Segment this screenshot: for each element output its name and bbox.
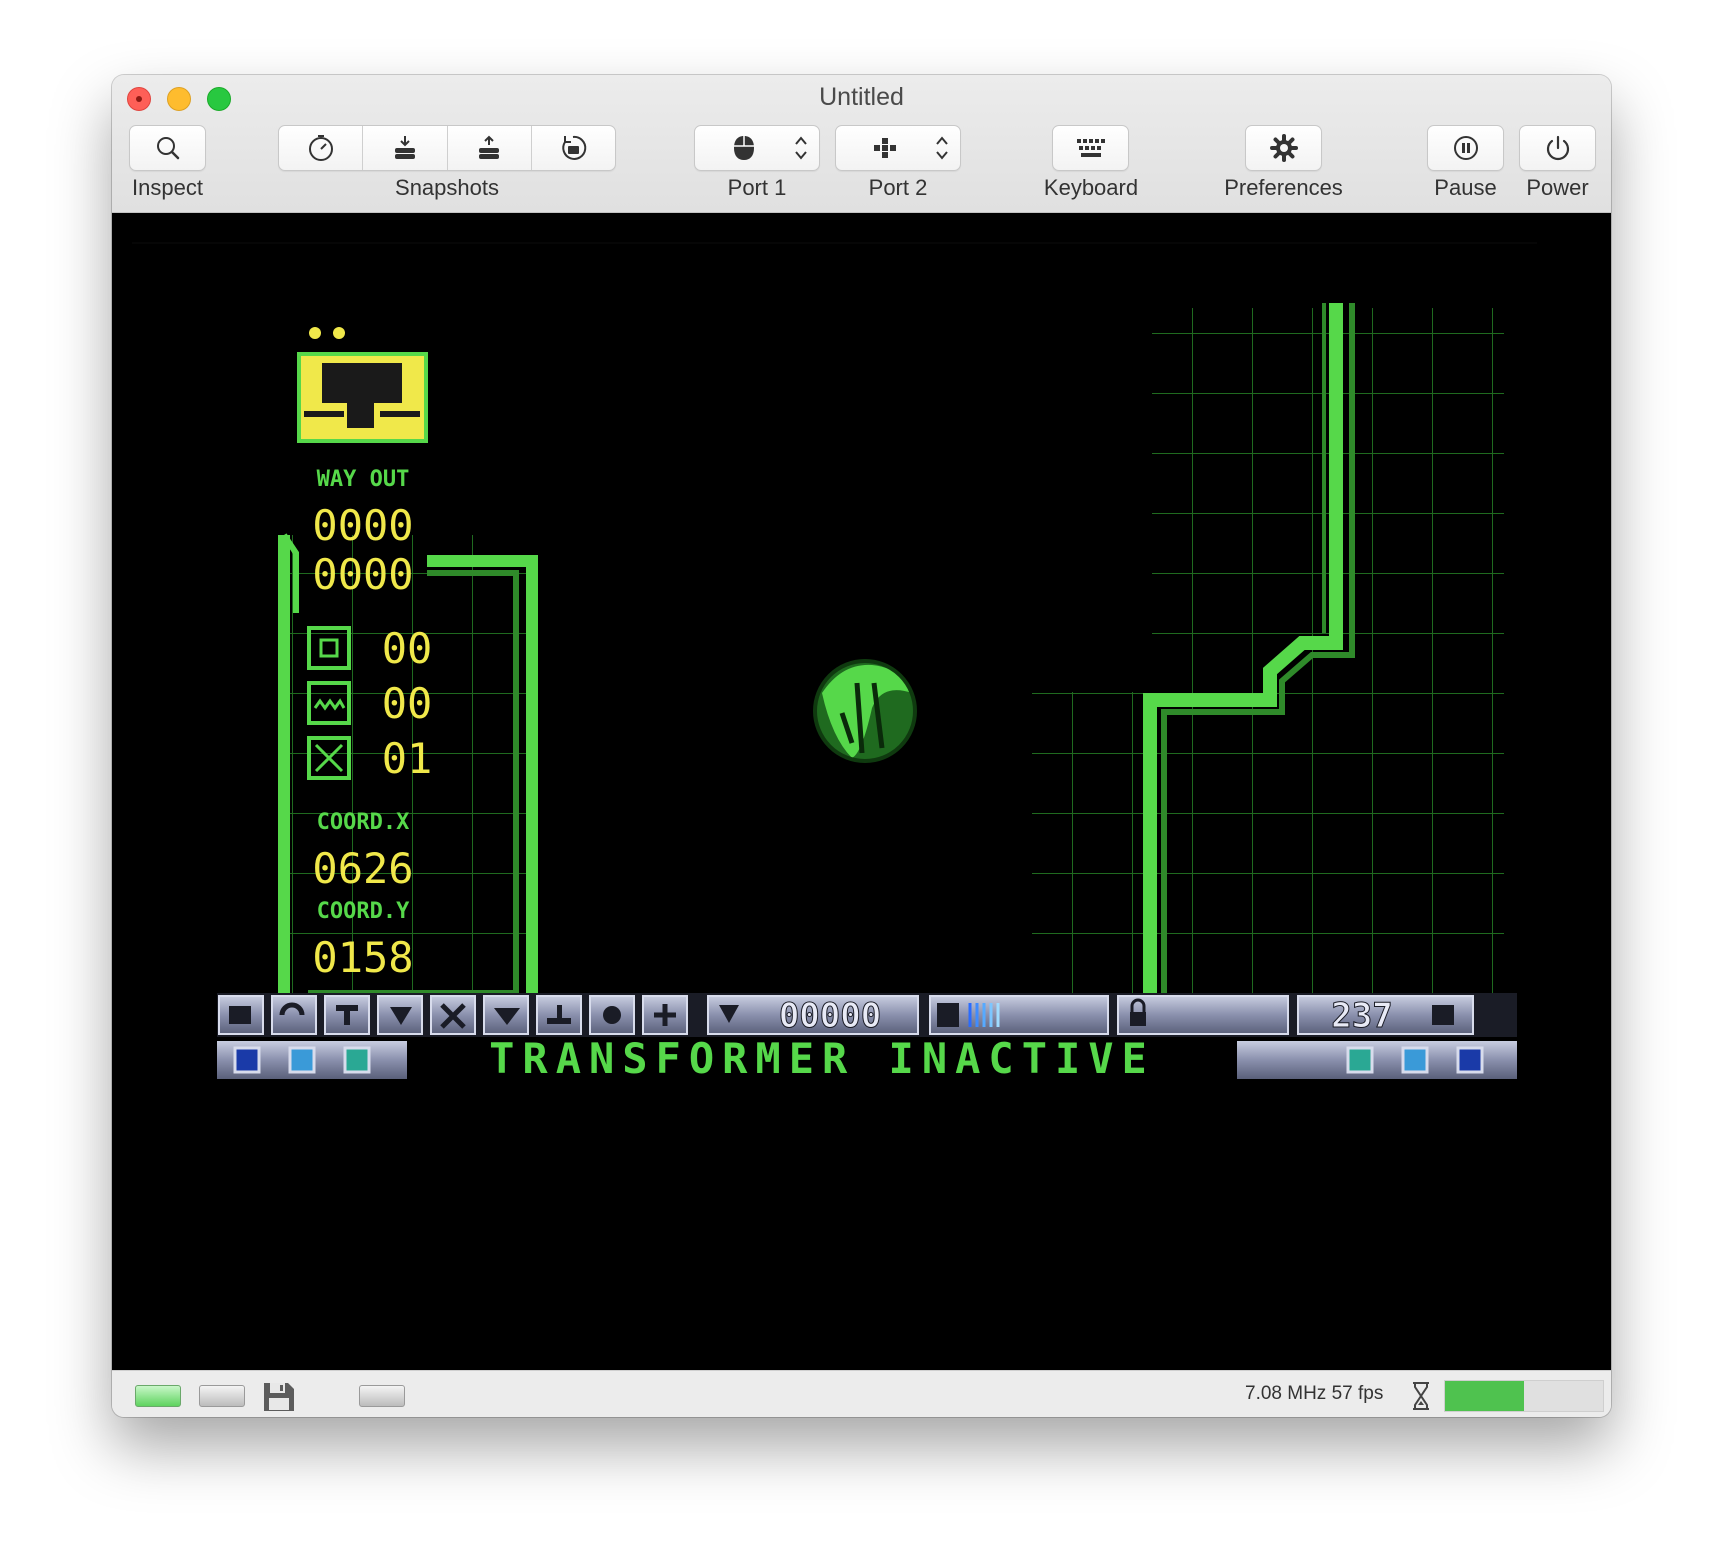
emulator-screen[interactable]: WAY OUT 0000 0000 00 00 01 COORD.X 0626 … [112,213,1611,1370]
snapshot-restore-button[interactable] [363,126,448,170]
snapshot-take-button[interactable] [279,126,364,170]
cpu-load-bar [1444,1380,1604,1412]
control-bar: 00000 237 TRANSFORMER INACTIVE [217,993,1517,1083]
bars-icon [547,1018,571,1024]
preferences-label: Preferences [1224,175,1343,200]
stack-down-icon [394,136,415,159]
lock-icon [1130,1012,1146,1026]
item3-count: 01 [382,734,433,783]
way-out-value-1: 0000 [312,501,413,550]
joystick-dpad-icon [874,138,896,158]
stopwatch-icon [308,135,333,161]
toolbar: Untitled Inspect Snapshots Port 1 Port 2… [112,75,1611,213]
left-indicators [233,1046,371,1074]
port2-label: Port 2 [868,175,928,200]
pause-label: Pause [1434,175,1497,200]
port1-label: Port 1 [727,175,787,200]
score-value: 00000 [779,996,881,1036]
cpu-load-fill [1445,1381,1524,1411]
keyboard-icon [1076,139,1105,157]
emulator-window: Untitled Inspect Snapshots Port 1 Port 2… [112,75,1611,1417]
way-out-label: WAY OUT [317,467,410,492]
status-message: TRANSFORMER INACTIVE [489,1034,1155,1083]
disk-icon [229,1006,251,1024]
item2-count: 00 [382,679,433,728]
pause-icon [1453,136,1478,160]
chevron-updown-icon [936,136,948,160]
status-bar: 7.08 MHz 57 fps [112,1370,1611,1417]
life-dot-icon [309,327,321,339]
power-label: Power [1526,175,1589,200]
coord-y-value: 0158 [312,933,413,982]
mouse-icon [734,136,754,160]
snapshot-browse-button[interactable] [532,126,615,170]
port2-popup[interactable] [835,125,961,171]
speed-readout: 7.08 MHz 57 fps [1245,1383,1384,1404]
ring-icon [603,1006,621,1024]
inspect-button[interactable] [129,125,206,171]
power-button[interactable] [1519,125,1596,171]
right-wall [1032,303,1504,1023]
coord-y-label: COORD.Y [317,899,410,924]
preferences-button[interactable] [1245,125,1322,171]
snapshots-segmented-control[interactable] [278,125,616,171]
magnifier-icon [156,137,179,160]
window-title: Untitled [819,83,904,111]
coord-x-value: 0626 [312,844,413,893]
right-indicators [1346,1046,1484,1074]
keyboard-button[interactable] [1052,125,1129,171]
hourglass-icon[interactable] [1410,1381,1432,1411]
chevron-updown-icon [795,136,807,160]
tool-icon [336,1005,358,1011]
item1-count: 00 [382,624,433,673]
coord-x-label: COORD.X [317,810,410,835]
disk-icon [1432,1005,1454,1025]
pause-button[interactable] [1427,125,1504,171]
life-dot-icon [333,327,345,339]
way-out-value-2: 0000 [312,550,413,599]
stack-up-icon [479,135,500,159]
inspect-label: Inspect [132,175,203,200]
player-sphere [813,659,917,763]
power-icon [1546,135,1569,161]
keyboard-label: Keyboard [1043,175,1139,200]
port1-popup[interactable] [694,125,820,171]
revert-folder-icon [562,135,587,160]
drive1-led[interactable] [135,1385,181,1407]
snapshots-label: Snapshots [395,175,499,200]
snapshot-save-button[interactable] [448,126,532,170]
drive3-led[interactable] [359,1385,405,1407]
game-canvas: WAY OUT 0000 0000 00 00 01 COORD.X 0626 … [132,242,1537,1083]
gear-icon [1269,134,1298,162]
drive2-led[interactable] [199,1385,245,1407]
floppy-disk-icon[interactable] [262,1381,296,1413]
counter-value: 237 [1331,996,1392,1036]
